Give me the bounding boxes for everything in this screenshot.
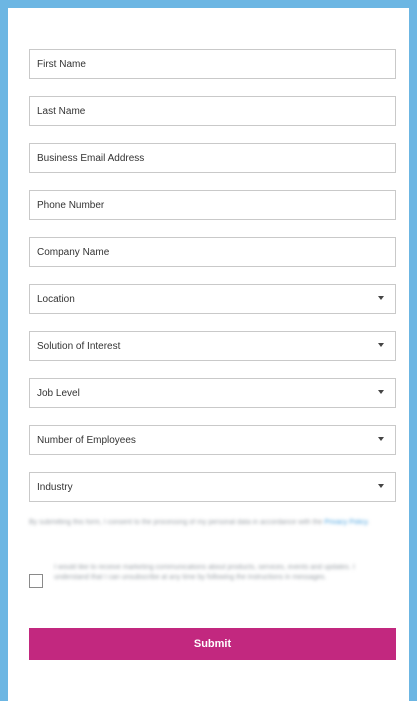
job-level-select[interactable]: Job Level: [29, 378, 396, 408]
job-level-label: Job Level: [37, 387, 80, 399]
solution-of-interest-select[interactable]: Solution of Interest: [29, 331, 396, 361]
solution-of-interest-label: Solution of Interest: [37, 340, 121, 352]
business-email-field[interactable]: [29, 143, 396, 173]
business-email-input[interactable]: [37, 144, 395, 172]
last-name-input[interactable]: [37, 97, 395, 125]
marketing-opt-in-text: I would like to receive marketing commun…: [54, 564, 355, 581]
lead-form: Location Solution of Interest Job Level …: [29, 49, 396, 519]
consent-text: By submitting this form, I consent to th…: [29, 519, 370, 526]
marketing-opt-in-checkbox[interactable]: [29, 574, 43, 588]
location-select[interactable]: Location: [29, 284, 396, 314]
first-name-input[interactable]: [37, 50, 395, 78]
privacy-policy-link[interactable]: Privacy Policy: [324, 519, 367, 526]
first-name-field[interactable]: [29, 49, 396, 79]
marketing-opt-in: I would like to receive marketing commun…: [29, 563, 394, 613]
company-name-field[interactable]: [29, 237, 396, 267]
consent-body: By submitting this form, I consent to th…: [29, 519, 323, 526]
chevron-down-icon: [378, 296, 384, 300]
company-name-input[interactable]: [37, 238, 395, 266]
phone-number-input[interactable]: [37, 191, 395, 219]
chevron-down-icon: [378, 390, 384, 394]
industry-label: Industry: [37, 481, 73, 493]
consent-notice: By submitting this form, I consent to th…: [29, 518, 394, 528]
chevron-down-icon: [378, 484, 384, 488]
phone-number-field[interactable]: [29, 190, 396, 220]
location-select-label: Location: [37, 293, 75, 305]
industry-select[interactable]: Industry: [29, 472, 396, 502]
chevron-down-icon: [378, 437, 384, 441]
submit-button[interactable]: Submit: [29, 628, 396, 660]
number-of-employees-label: Number of Employees: [37, 434, 136, 446]
chevron-down-icon: [378, 343, 384, 347]
last-name-field[interactable]: [29, 96, 396, 126]
number-of-employees-select[interactable]: Number of Employees: [29, 425, 396, 455]
